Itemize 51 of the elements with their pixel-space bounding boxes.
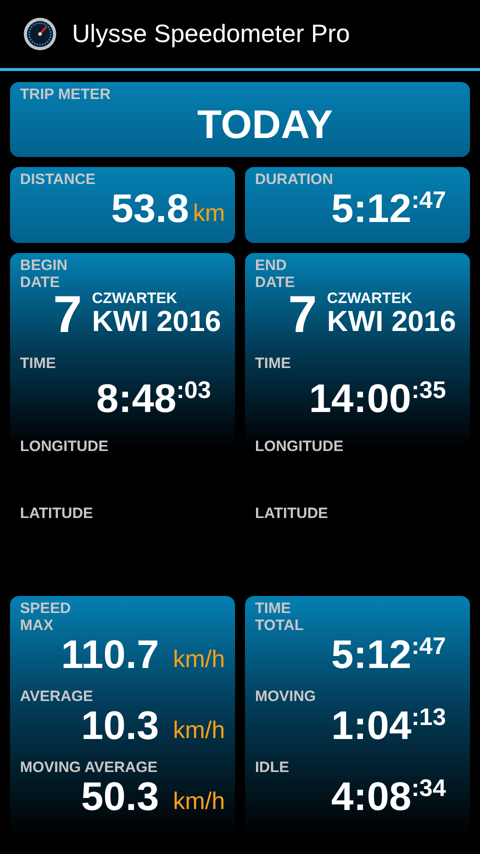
date-label: DATE (20, 274, 61, 291)
time-value: 1:04 (331, 705, 412, 747)
speed-label: MOVING AVERAGE (20, 759, 159, 776)
speed-unit: km/h (172, 787, 225, 817)
time-value: 5:12 (331, 634, 412, 676)
weekday: CZWARTEK (327, 291, 414, 307)
distance-label: DISTANCE (20, 171, 97, 188)
latitude-label: LATITUDE (255, 505, 328, 522)
speed-unit: km/h (172, 645, 225, 675)
day-number: 7 (53, 291, 82, 339)
duration-seconds: :47 (411, 188, 446, 214)
speed-unit: km/h (172, 716, 225, 746)
time-seconds: :35 (411, 378, 446, 404)
speed-title: SPEED (20, 600, 72, 617)
time-value: 4:08 (331, 776, 412, 818)
speed-value: 110.7 (61, 634, 159, 676)
time-value: 14:00 (309, 378, 412, 420)
longitude-label: LONGITUDE (20, 438, 110, 455)
weekday: CZWARTEK (92, 291, 178, 307)
time-row-label: MOVING (255, 688, 317, 705)
time-label: TIME (255, 355, 292, 372)
month-year: KWI 2016 (92, 307, 221, 337)
time-label: TIME (20, 355, 57, 372)
longitude-label: LONGITUDE (255, 438, 344, 455)
trip-meter-label: TRIP METER (20, 86, 112, 103)
date-label: DATE (255, 274, 296, 291)
time-row-label: TOTAL (255, 617, 305, 634)
trip-period: TODAY (196, 103, 334, 147)
trip-meter-card[interactable]: TRIP METER TODAY (10, 82, 470, 157)
day-number: 7 (288, 291, 318, 339)
duration-label: DURATION (255, 171, 334, 188)
time-seconds: :13 (411, 705, 446, 731)
month-year: KWI 2016 (327, 307, 456, 337)
time-value: 8:48 (96, 378, 176, 420)
distance-unit: km (193, 199, 225, 229)
speed-value: 50.3 (81, 776, 159, 818)
speed-label: MAX (20, 617, 54, 634)
time-seconds: :34 (411, 776, 446, 802)
time-seconds: :47 (411, 634, 446, 660)
distance-value: 53.8 (111, 188, 189, 230)
time-seconds: :03 (176, 378, 211, 404)
endpoint-title: BEGIN (20, 257, 69, 274)
time-row-label: IDLE (255, 759, 290, 776)
speed-label: AVERAGE (20, 688, 94, 705)
latitude-label: LATITUDE (20, 505, 94, 522)
speedometer-icon (22, 16, 58, 52)
endpoint-title: END (255, 257, 288, 274)
speed-value: 10.3 (81, 705, 159, 747)
time-title: TIME (255, 600, 292, 617)
duration-value: 5:12 (331, 188, 412, 230)
app-title: Ulysse Speedometer Pro (72, 20, 350, 48)
